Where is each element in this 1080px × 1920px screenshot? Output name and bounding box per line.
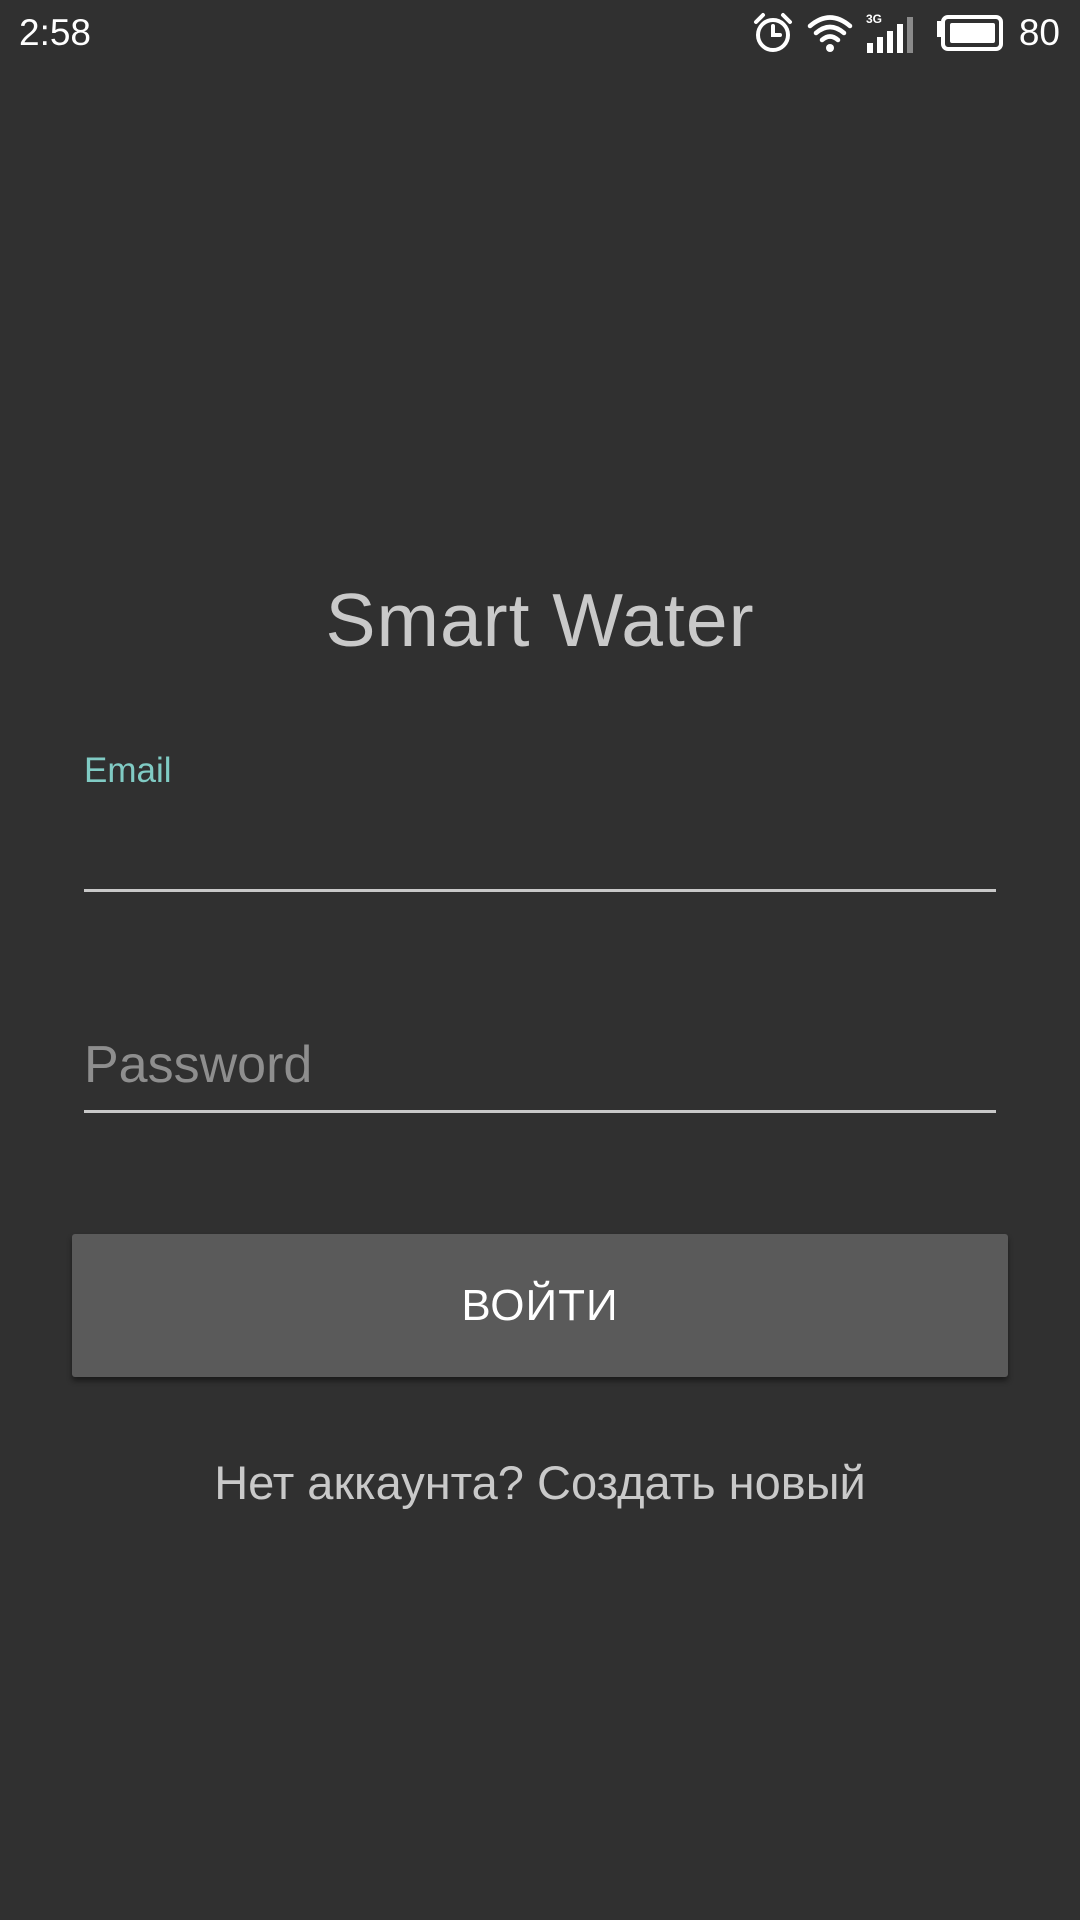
login-button[interactable]: ВОЙТИ <box>72 1234 1008 1377</box>
status-time: 2:58 <box>19 12 92 53</box>
battery-level: 80 <box>1018 12 1060 53</box>
network-type: 3G <box>866 12 882 26</box>
status-icons: 3G 80 <box>751 10 1060 56</box>
login-screen: 2:58 3G 80 Smart Water Email ВОЙТИ Нет а… <box>0 0 1080 1920</box>
battery-icon <box>935 14 1005 52</box>
status-bar: 2:58 3G 80 <box>0 0 1080 66</box>
signal-icon: 3G <box>865 11 923 55</box>
password-input[interactable] <box>84 1020 996 1113</box>
app-title: Smart Water <box>325 578 755 662</box>
alarm-icon <box>751 11 795 55</box>
wifi-icon <box>807 13 853 53</box>
email-input[interactable] <box>84 800 996 892</box>
create-account-link[interactable]: Нет аккаунта? Создать новый <box>0 1455 1080 1511</box>
email-label: Email <box>84 751 172 790</box>
